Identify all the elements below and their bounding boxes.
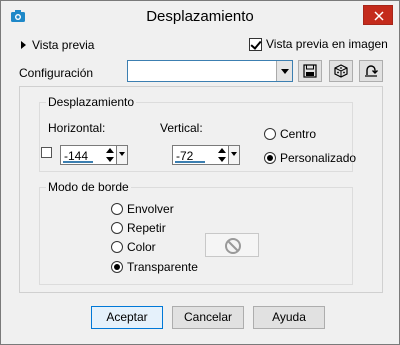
preview-on-image-label: Vista previa en imagen [266, 37, 388, 51]
preview-on-image-option[interactable]: Vista previa en imagen [249, 37, 388, 51]
horizontal-label: Horizontal: [48, 121, 106, 135]
radio-transparent[interactable]: Transparente [111, 260, 198, 274]
random-preset-button[interactable] [329, 60, 353, 82]
vertical-label: Vertical: [160, 121, 203, 135]
expand-arrow-icon [21, 41, 26, 49]
vertical-slider-track[interactable] [175, 161, 205, 163]
radio-custom-button[interactable] [264, 152, 276, 164]
settings-panel: Desplazamiento Horizontal: Vertical: -14… [19, 86, 383, 293]
disabled-icon [225, 238, 241, 254]
window-title: Desplazamiento [146, 8, 254, 25]
save-preset-button[interactable] [298, 60, 322, 82]
ok-button[interactable]: Aceptar [91, 306, 163, 329]
border-mode-group-title: Modo de borde [46, 180, 131, 194]
border-color-swatch[interactable] [205, 233, 259, 257]
radio-color-label: Color [127, 240, 156, 254]
radio-repeat-label: Repetir [127, 221, 166, 235]
displacement-group-title: Desplazamiento [46, 95, 137, 109]
horizontal-spinner[interactable]: -144 [60, 145, 128, 165]
dialog-window: Desplazamiento Vista previa Vista previa… [0, 0, 400, 345]
dice-icon [334, 64, 348, 78]
radio-transparent-button[interactable] [111, 261, 123, 273]
radio-custom[interactable]: Personalizado [264, 151, 356, 165]
radio-wrap-button[interactable] [111, 203, 123, 215]
radio-center-button[interactable] [264, 128, 276, 140]
cancel-button[interactable]: Cancelar [172, 306, 244, 329]
reset-preset-button[interactable] [359, 60, 383, 82]
radio-color-button[interactable] [111, 241, 123, 253]
radio-custom-label: Personalizado [280, 151, 357, 165]
vertical-spinner[interactable]: -72 [172, 145, 240, 165]
preview-toggle[interactable]: Vista previa [21, 38, 94, 52]
radio-wrap[interactable]: Envolver [111, 202, 174, 216]
preview-on-image-checkbox[interactable] [249, 37, 262, 51]
close-icon [374, 11, 384, 21]
radio-center-label: Centro [280, 127, 317, 141]
link-values-checkbox[interactable] [41, 147, 52, 158]
chevron-down-icon[interactable] [276, 61, 292, 81]
radio-repeat[interactable]: Repetir [111, 221, 166, 235]
radio-transparent-label: Transparente [127, 260, 198, 274]
help-button[interactable]: Ayuda [253, 306, 325, 329]
radio-color[interactable]: Color [111, 240, 156, 254]
chevron-down-icon[interactable] [228, 146, 239, 164]
radio-center[interactable]: Centro [264, 127, 316, 141]
radio-repeat-button[interactable] [111, 222, 123, 234]
config-dropdown[interactable] [127, 60, 293, 82]
reset-arrow-icon [365, 65, 378, 77]
close-button[interactable] [363, 5, 393, 25]
horizontal-slider-track[interactable] [63, 161, 93, 163]
title-bar[interactable]: Desplazamiento [1, 1, 399, 32]
radio-wrap-label: Envolver [127, 202, 174, 216]
dialog-content: Vista previa Vista previa en imagen Conf… [1, 32, 399, 344]
config-label: Configuración [19, 66, 94, 80]
spin-arrows-icon[interactable] [217, 147, 227, 163]
floppy-disk-icon [303, 64, 317, 78]
spin-arrows-icon[interactable] [105, 147, 115, 163]
chevron-down-icon[interactable] [116, 146, 127, 164]
preview-label: Vista previa [32, 38, 95, 52]
